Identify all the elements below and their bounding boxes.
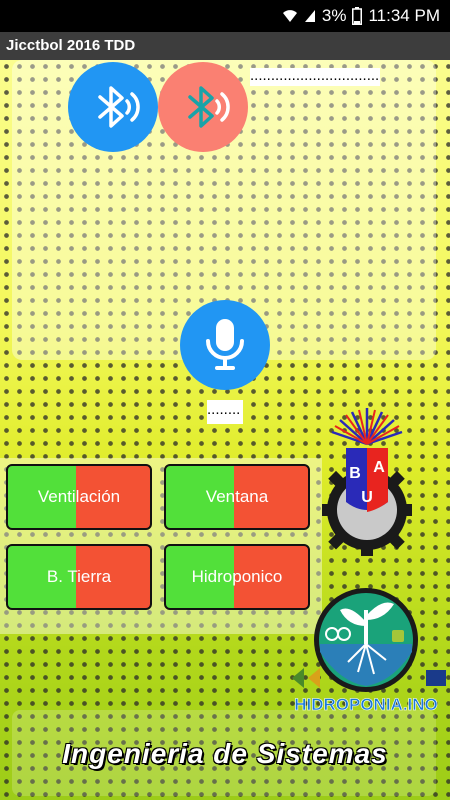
bluetooth-searching-icon bbox=[188, 86, 230, 128]
bluetooth-status-text: ............................... bbox=[250, 68, 380, 86]
voice-command-button[interactable] bbox=[180, 300, 270, 390]
battery-percent: 3% bbox=[321, 6, 347, 25]
app-title-bar: Jicctbol 2016 TDD bbox=[0, 32, 450, 60]
logo-letter-b: B bbox=[349, 465, 361, 482]
soil-pump-toggle[interactable]: B. Tierra bbox=[6, 544, 152, 610]
window-label: Ventana bbox=[205, 487, 269, 506]
hydroponic-toggle[interactable]: Hidroponico bbox=[164, 544, 310, 610]
hidroponia-text: HIDROPONIA.INO bbox=[294, 695, 438, 714]
voice-result-text: ........ bbox=[207, 400, 243, 424]
logo-letter-a: A bbox=[373, 459, 385, 476]
ventilation-label: Ventilación bbox=[37, 487, 121, 506]
microphone-icon bbox=[206, 319, 244, 370]
main-content: ............................... ........… bbox=[0, 60, 450, 800]
bluetooth-disconnect-button[interactable] bbox=[158, 62, 248, 152]
clock: 11:34 PM bbox=[368, 6, 440, 25]
hidroponia-logo: HIDROPONIA.INO bbox=[292, 588, 446, 714]
app-title: Jicctbol 2016 TDD bbox=[6, 37, 136, 54]
logo-letter-u: U bbox=[361, 489, 373, 506]
battery-icon bbox=[352, 7, 363, 25]
hydroponic-label: Hidroponico bbox=[191, 567, 283, 586]
soil-pump-label: B. Tierra bbox=[46, 567, 112, 586]
bluetooth-connect-button[interactable] bbox=[68, 62, 158, 152]
status-bar: 3% 11:34 PM bbox=[0, 0, 450, 32]
bluetooth-connected-icon bbox=[98, 86, 140, 128]
ventilation-toggle[interactable]: Ventilación bbox=[6, 464, 152, 530]
university-logo: B A U bbox=[322, 408, 412, 556]
signal-icon bbox=[304, 10, 315, 22]
window-toggle[interactable]: Ventana bbox=[164, 464, 310, 530]
faculty-banner: Ingenieria de Sistemas bbox=[62, 738, 388, 769]
wifi-icon bbox=[282, 10, 297, 22]
status-icons: 3% 11:34 PM bbox=[282, 0, 440, 32]
